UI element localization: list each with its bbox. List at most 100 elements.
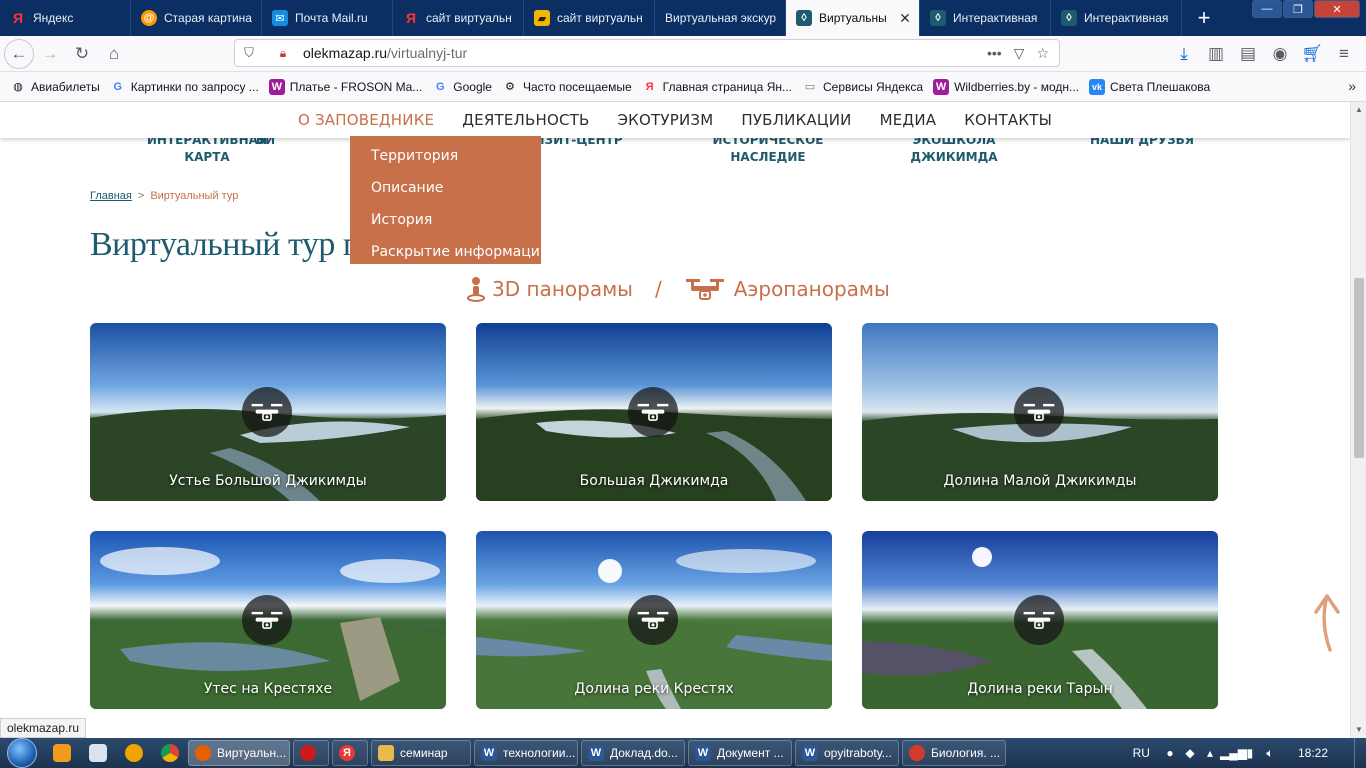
minimize-icon[interactable]: —: [1252, 0, 1282, 18]
sidebar-icon[interactable]: ▤: [1232, 38, 1264, 70]
tab-mail[interactable]: ✉ Почта Mail.ru: [262, 0, 393, 36]
page-scrollbar[interactable]: ▲ ▼: [1350, 102, 1366, 738]
taskbar-word-1[interactable]: Wтехнологии...: [474, 740, 578, 766]
tab-yandex-images[interactable]: ▰ сайт виртуальн: [524, 0, 655, 36]
account-icon[interactable]: ◉: [1264, 38, 1296, 70]
nav-item-about[interactable]: О ЗАПОВЕДНИКЕ: [298, 111, 434, 129]
tab-interactive-2[interactable]: ◊ Интерактивная: [1051, 0, 1182, 36]
battery-icon[interactable]: ▮: [1240, 746, 1260, 760]
taskbar-folder-seminar[interactable]: семинар: [371, 740, 471, 766]
tab-virtual-excursion[interactable]: Виртуальная экскур: [655, 0, 786, 36]
home-icon[interactable]: ⌂: [98, 38, 130, 70]
download-icon[interactable]: ⤓: [1168, 38, 1200, 70]
library-icon[interactable]: ▥: [1200, 38, 1232, 70]
chrome-icon[interactable]: [152, 738, 188, 768]
bookmark-item[interactable]: ▭ Сервисы Яндекса: [802, 79, 923, 95]
bookmark-item[interactable]: W Платье - FROSON Ma...: [268, 78, 422, 95]
bookmark-item[interactable]: G Google: [432, 79, 492, 95]
nav-item-media[interactable]: МЕДИА: [880, 111, 937, 129]
bookmark-star-icon[interactable]: ☆: [1036, 45, 1049, 62]
forward-arrow-icon[interactable]: →: [34, 38, 66, 70]
site-leaf-icon: ◊: [930, 10, 946, 26]
bookmark-item[interactable]: ◍ Авиабилеты: [10, 79, 100, 95]
taskbar-firefox[interactable]: Виртуальн...: [188, 740, 290, 766]
mail-icon: ✉: [272, 10, 288, 26]
bookmark-item[interactable]: W Wildberries.by - модн...: [933, 78, 1079, 95]
tab-yandex[interactable]: Я Яндекс: [0, 0, 131, 36]
network-signal-icon[interactable]: ▂▄▆: [1220, 746, 1247, 760]
dropdown-item-disclosure[interactable]: Раскрытие информации: [350, 236, 549, 268]
taskbar-word-2[interactable]: W Доклад.do...: [581, 740, 685, 766]
bookmark-item[interactable]: ⚙ Часто посещаемые: [502, 79, 632, 95]
taskbar-word-3[interactable]: W Документ ...: [688, 740, 792, 766]
language-indicator[interactable]: RU: [1133, 746, 1150, 760]
volume-icon[interactable]: 🔈︎: [1260, 746, 1280, 761]
start-button[interactable]: [0, 738, 44, 768]
nav-item-ecotourism[interactable]: ЭКОТУРИЗМ: [618, 111, 714, 129]
tracking-shield-icon[interactable]: ⛉: [235, 45, 263, 61]
nav-item-contacts[interactable]: КОНТАКТЫ: [964, 111, 1052, 129]
bookmark-item[interactable]: vk Света Плешакова: [1089, 78, 1210, 95]
app-tray-icon[interactable]: ●: [1160, 746, 1180, 760]
panorama-caption: Долина реки Крестях: [574, 681, 734, 697]
scroll-up-icon[interactable]: ▲: [1351, 102, 1366, 118]
taskbar-yandex-browser[interactable]: Я: [332, 740, 368, 766]
desktop-icon[interactable]: [80, 738, 116, 768]
back-arrow-icon[interactable]: ←: [4, 38, 34, 69]
taskbar-word-4[interactable]: Wopyitraboty...: [795, 740, 899, 766]
bookmark-item[interactable]: Я Главная страница Ян...: [642, 79, 792, 95]
switch-aeropanoramas[interactable]: Аэропанорамы: [684, 276, 890, 302]
new-tab-plus-icon[interactable]: +: [1182, 0, 1226, 36]
close-tab-icon[interactable]: ✕: [897, 10, 913, 27]
page-title: Виртуальный тур по: [90, 226, 378, 263]
tab-interactive-1[interactable]: ◊ Интерактивная: [920, 0, 1051, 36]
taskbar-opera[interactable]: [293, 740, 329, 766]
breadcrumb-home-link[interactable]: Главная: [90, 190, 132, 202]
shield-tray-icon[interactable]: ◆: [1180, 746, 1200, 760]
hamburger-menu-icon[interactable]: ≡: [1328, 38, 1360, 70]
panorama-card[interactable]: Долина реки Тарын: [862, 531, 1218, 709]
dropdown-item-territory[interactable]: Территория: [350, 140, 541, 172]
tab-old-painting[interactable]: @ Старая картина: [131, 0, 262, 36]
insecure-lock-icon[interactable]: 🔒︎: [263, 46, 303, 61]
bookmarks-overflow-icon[interactable]: »: [1348, 78, 1356, 94]
switch-3d-panoramas[interactable]: 3D панорамы: [466, 276, 633, 302]
panorama-card[interactable]: Большая Джикимда: [476, 323, 832, 501]
nav-item-activity[interactable]: ДЕЯТЕЛЬНОСТЬ: [462, 111, 589, 129]
bookmark-item[interactable]: G Картинки по запросу ...: [110, 79, 258, 95]
cart-icon[interactable]: 🛒︎: [1296, 38, 1328, 70]
media-player-icon[interactable]: [44, 738, 80, 768]
close-window-icon[interactable]: ✕: [1314, 0, 1360, 18]
scroll-to-top-arrow-icon[interactable]: [1312, 592, 1342, 657]
yandex-icon: Я: [645, 80, 654, 93]
dropdown-item-history[interactable]: История: [350, 204, 541, 236]
address-bar[interactable]: ⛉ 🔒︎ olekmazap.ru/virtualnyj-tur ••• ▽ ☆: [234, 39, 1060, 67]
panorama-caption: Большая Джикимда: [579, 473, 729, 489]
dropdown-item-description[interactable]: Описание: [350, 172, 541, 204]
google-icon: G: [435, 80, 445, 93]
taskbar-biology[interactable]: Биология. ...: [902, 740, 1006, 766]
panorama-card[interactable]: Долина реки Крестях: [476, 531, 832, 709]
scroll-down-icon[interactable]: ▼: [1351, 722, 1366, 738]
tomato-icon: [909, 745, 925, 761]
maximize-icon[interactable]: ❐: [1283, 0, 1313, 18]
clock[interactable]: 18:22: [1298, 746, 1328, 760]
url-text[interactable]: olekmazap.ru/virtualnyj-tur: [303, 45, 987, 61]
panorama-card[interactable]: Долина Малой Джикимды: [862, 323, 1218, 501]
reload-icon[interactable]: ↻: [66, 38, 98, 70]
panorama-caption: Устье Большой Джикимды: [169, 473, 367, 489]
chevron-up-icon[interactable]: ▴: [1200, 746, 1220, 760]
panorama-card[interactable]: Утес на Крестяхе: [90, 531, 446, 709]
scrollbar-thumb[interactable]: [1354, 278, 1364, 458]
tab-virtual-tour-active[interactable]: ◊ Виртуальны ✕: [786, 0, 920, 36]
panorama-card[interactable]: Устье Большой Джикимды: [90, 323, 446, 501]
tab-yandex-search[interactable]: Я сайт виртуальн: [393, 0, 524, 36]
avast-icon[interactable]: [116, 738, 152, 768]
window-controls: — ❐ ✕: [1251, 0, 1360, 18]
more-actions-icon[interactable]: •••: [987, 45, 1002, 62]
nav-item-publications[interactable]: ПУБЛИКАЦИИ: [741, 111, 851, 129]
panorama-caption: Долина реки Тарын: [967, 681, 1113, 697]
show-desktop-button[interactable]: [1354, 738, 1366, 768]
pocket-icon[interactable]: ▽: [1014, 45, 1025, 62]
windows-logo-icon: [7, 738, 37, 768]
